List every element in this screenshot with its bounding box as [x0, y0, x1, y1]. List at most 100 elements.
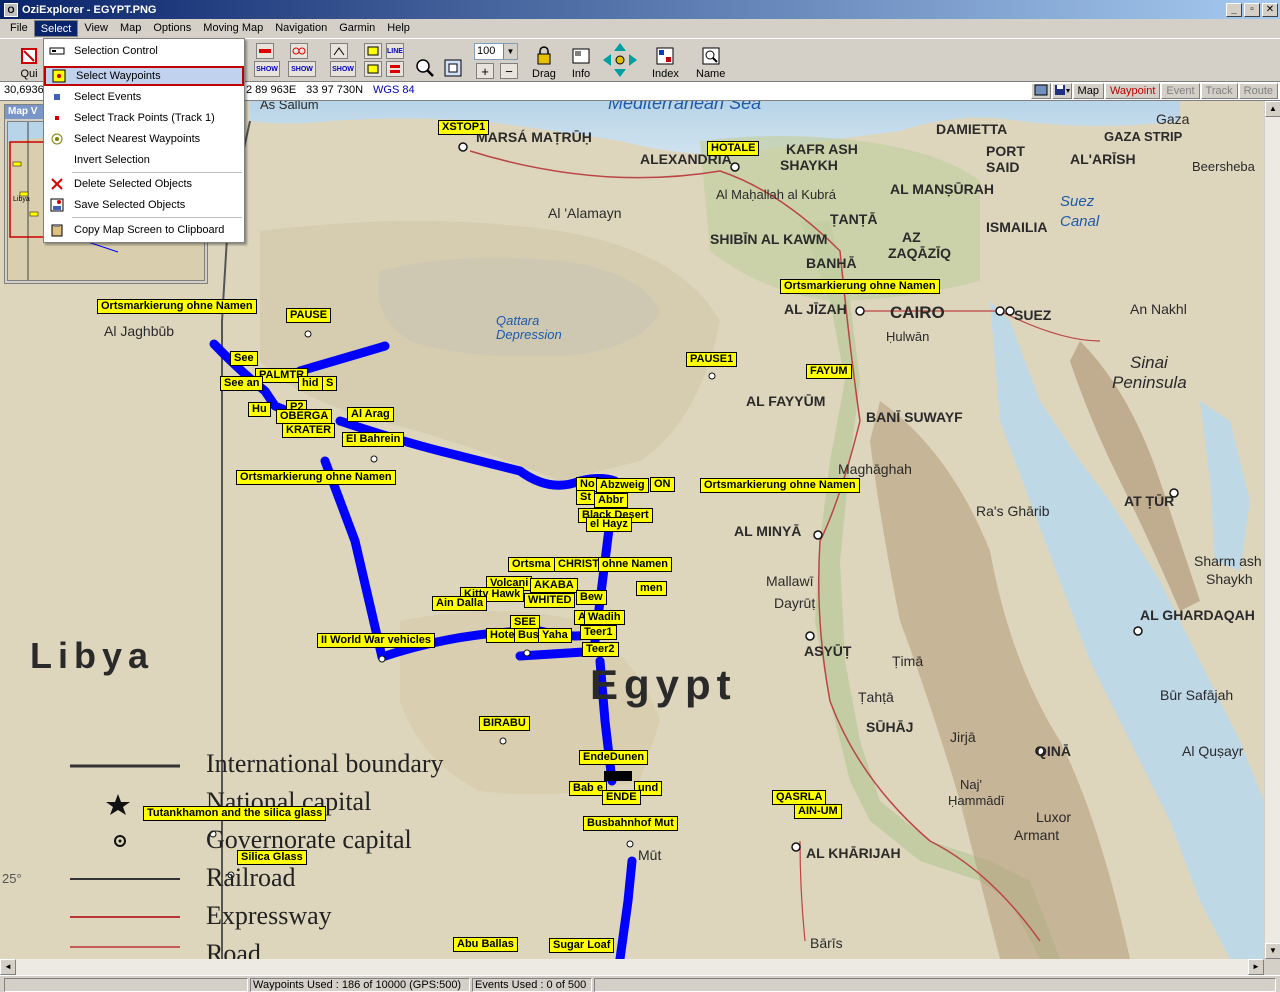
scroll-down-button[interactable]: ▼ — [1265, 943, 1280, 959]
line-tool-button[interactable]: LINE — [386, 43, 404, 59]
move-map-button[interactable] — [602, 42, 638, 80]
menu-item-invert-selection[interactable]: Invert Selection — [44, 150, 244, 170]
vertical-scrollbar[interactable]: ▲ ▼ — [1264, 101, 1280, 959]
map-fit-button[interactable] — [442, 42, 464, 80]
map-image-icon[interactable] — [1030, 83, 1051, 99]
quit-button[interactable]: Qui — [18, 42, 40, 80]
waypoint-label[interactable]: FAYUM — [806, 364, 852, 379]
waypoint-label[interactable]: See an — [220, 376, 264, 391]
menu-item-save-selected[interactable]: Save Selected Objects — [44, 195, 244, 215]
index-button[interactable]: Index — [652, 42, 679, 80]
waypoint-label[interactable]: S — [322, 376, 338, 391]
menu-help[interactable]: Help — [381, 20, 416, 37]
horizontal-scrollbar[interactable]: ◄ ► — [0, 959, 1264, 975]
track-tool-icon[interactable] — [364, 43, 382, 59]
event-tool-icon[interactable] — [290, 43, 308, 59]
waypoint-label[interactable]: Ortsmarkierung ohne Namen — [236, 470, 396, 485]
menu-map[interactable]: Map — [114, 20, 147, 37]
show-routes-button[interactable]: SHOW — [330, 61, 356, 77]
show-events-button[interactable]: SHOW — [288, 61, 316, 77]
menu-item-select-events[interactable]: Select Events — [44, 87, 244, 107]
close-button[interactable]: ✕ — [1262, 2, 1278, 17]
waypoint-label[interactable]: PAUSE1 — [686, 352, 738, 367]
waypoint-label[interactable]: Ain Dalla — [432, 596, 488, 611]
menu-file[interactable]: File — [4, 20, 34, 37]
waypoint-label[interactable]: OBERGA — [276, 409, 333, 424]
menu-item-select-track-points[interactable]: Select Track Points (Track 1) — [44, 108, 244, 128]
maximize-button[interactable]: ▫ — [1244, 2, 1260, 17]
waypoint-label[interactable]: Hu — [248, 402, 271, 417]
menu-item-select-waypoints[interactable]: Select Waypoints — [44, 66, 244, 86]
waypoint-label[interactable]: XSTOP1 — [438, 120, 490, 135]
waypoint-label[interactable]: II World War vehicles — [317, 633, 436, 648]
waypoint-label[interactable]: PAUSE — [286, 308, 332, 323]
line-show-icon[interactable] — [386, 61, 404, 77]
menu-item-selection-control[interactable]: Selection Control — [44, 41, 244, 61]
waypoint-label[interactable]: Abu Ballas — [453, 937, 518, 952]
menu-item-copy-to-clipboard[interactable]: Copy Map Screen to Clipboard — [44, 220, 244, 240]
waypoint-label[interactable]: Ortsmarkierung ohne Namen — [97, 299, 257, 314]
waypoint-label[interactable]: Teer1 — [580, 625, 617, 640]
menu-select[interactable]: Select — [33, 20, 79, 37]
waypoint-label[interactable]: Wadih — [584, 610, 625, 625]
waypoint-label[interactable]: Bew — [576, 590, 607, 605]
zoom-tool-button[interactable] — [414, 42, 436, 80]
waypoint-label[interactable]: ON — [650, 477, 675, 492]
zoom-level-select[interactable]: 100 ▼ — [474, 43, 518, 60]
scroll-up-button[interactable]: ▲ — [1265, 101, 1280, 117]
waypoint-label[interactable]: hid — [298, 376, 323, 391]
route-tool-icon[interactable] — [330, 43, 348, 59]
layer-track-button[interactable]: Track — [1200, 83, 1238, 99]
waypoint-label[interactable]: CHRIST — [554, 557, 603, 572]
info-button[interactable]: Info — [570, 42, 592, 80]
chevron-down-icon[interactable]: ▼ — [503, 44, 517, 59]
scroll-left-button[interactable]: ◄ — [0, 959, 16, 975]
waypoint-label[interactable]: QASRLA — [772, 790, 827, 805]
waypoint-label[interactable]: el Hayz — [586, 517, 632, 532]
waypoint-label[interactable]: Silica Glass — [237, 850, 307, 865]
menu-navigation[interactable]: Navigation — [269, 20, 333, 37]
zoom-out-button[interactable]: − — [500, 63, 518, 79]
menu-view[interactable]: View — [78, 20, 114, 37]
layer-map-button[interactable]: Map — [1072, 83, 1104, 99]
waypoint-label[interactable]: BIRABU — [479, 716, 530, 731]
waypoint-tool-icon[interactable] — [256, 43, 274, 59]
zoom-in-button[interactable]: + — [476, 63, 494, 79]
waypoint-label[interactable]: Teer2 — [582, 642, 619, 657]
waypoint-label[interactable]: ohne Namen — [598, 557, 673, 572]
scroll-right-button[interactable]: ► — [1248, 959, 1264, 975]
minimize-button[interactable]: _ — [1226, 2, 1242, 17]
waypoint-label[interactable]: Yaha — [538, 628, 572, 643]
waypoint-label[interactable]: KRATER — [282, 423, 336, 438]
waypoint-label[interactable]: El Bahrein — [342, 432, 405, 447]
waypoint-label[interactable]: WHITED — [524, 593, 576, 608]
save-disk-icon[interactable] — [1051, 83, 1072, 99]
track-show-icon[interactable] — [364, 61, 382, 77]
waypoint-label[interactable]: See — [230, 351, 258, 366]
waypoint-label[interactable]: Abzweig — [596, 478, 649, 493]
menu-item-select-nearest-waypoints[interactable]: Select Nearest Waypoints — [44, 129, 244, 149]
layer-waypoint-button[interactable]: Waypoint — [1104, 83, 1161, 99]
waypoint-label[interactable]: Tutankhamon and the silica glass — [143, 806, 327, 821]
waypoint-label[interactable]: AIN-UM — [794, 804, 842, 819]
waypoint-label[interactable]: Sugar Loaf — [549, 938, 615, 953]
layer-event-button[interactable]: Event — [1161, 83, 1200, 99]
name-search-button[interactable]: Name — [696, 42, 725, 80]
waypoint-label[interactable]: Al Arag — [347, 407, 394, 422]
waypoint-label[interactable]: HOTALE — [707, 141, 760, 156]
waypoint-label[interactable]: men — [636, 581, 667, 596]
waypoint-label[interactable]: Ortsmarkierung ohne Namen — [780, 279, 940, 294]
waypoint-label[interactable]: Abbr — [594, 493, 628, 508]
menu-item-delete-selected[interactable]: Delete Selected Objects — [44, 174, 244, 194]
waypoint-label[interactable]: EndeDunen — [579, 750, 649, 765]
menu-garmin[interactable]: Garmin — [333, 20, 381, 37]
waypoint-label[interactable]: Ortsmarkierung ohne Namen — [700, 478, 860, 493]
drag-button[interactable]: Drag — [532, 42, 556, 80]
layer-route-button[interactable]: Route — [1238, 83, 1278, 99]
menu-moving-map[interactable]: Moving Map — [197, 20, 269, 37]
show-waypoints-button[interactable]: SHOW — [254, 61, 280, 77]
menu-options[interactable]: Options — [147, 20, 197, 37]
waypoint-label[interactable]: ENDE — [602, 790, 641, 805]
waypoint-label[interactable]: Busbahnhof Mut — [583, 816, 678, 831]
waypoint-label[interactable]: Ortsma — [508, 557, 555, 572]
